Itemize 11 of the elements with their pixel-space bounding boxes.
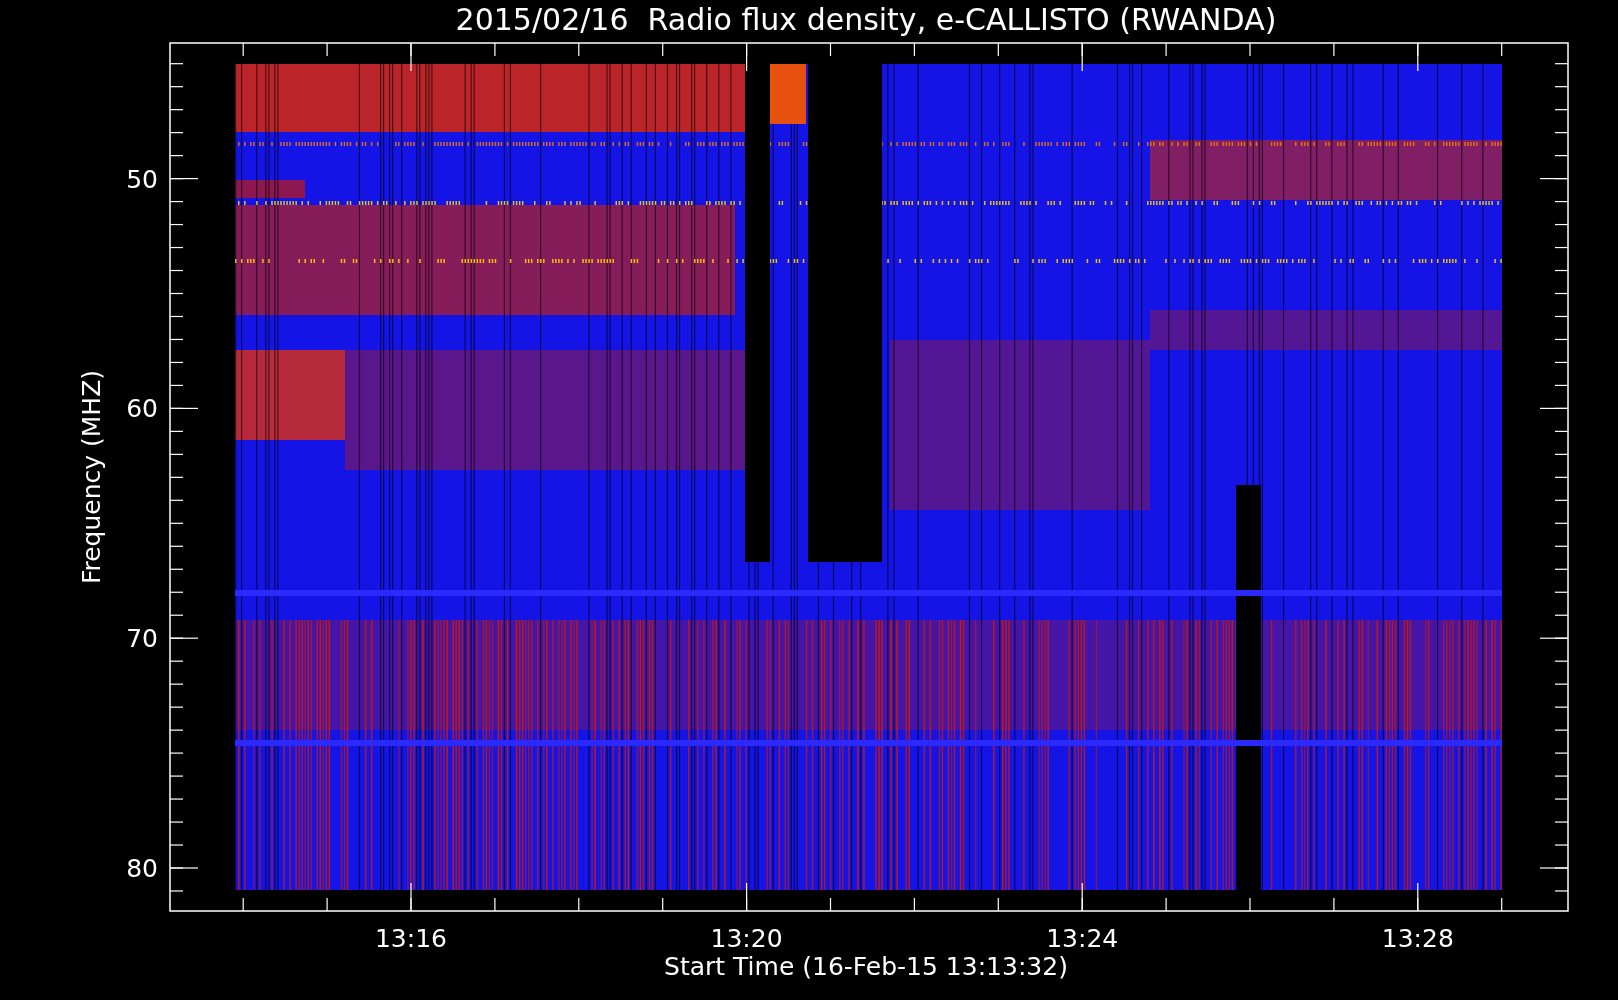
y-tick-label: 80 bbox=[126, 854, 158, 883]
y-axis-label: Frequency (MHZ) bbox=[77, 369, 106, 585]
y-tick-label: 70 bbox=[126, 624, 158, 654]
x-tick-label: 13:28 bbox=[1381, 924, 1454, 953]
x-tick-label: 13:24 bbox=[1046, 924, 1119, 953]
y-tick-label: 50 bbox=[126, 164, 158, 194]
x-tick-label: 13:16 bbox=[375, 924, 447, 953]
chart-title: 2015/02/16 Radio flux density, e-CALLISTO (RWANDA) bbox=[455, 2, 1277, 37]
x-tick-label: 13:20 bbox=[710, 924, 783, 953]
x-axis-label: Start Time (16-Feb-15 13:13:32) bbox=[664, 952, 1068, 981]
y-tick-label: 60 bbox=[126, 394, 158, 424]
